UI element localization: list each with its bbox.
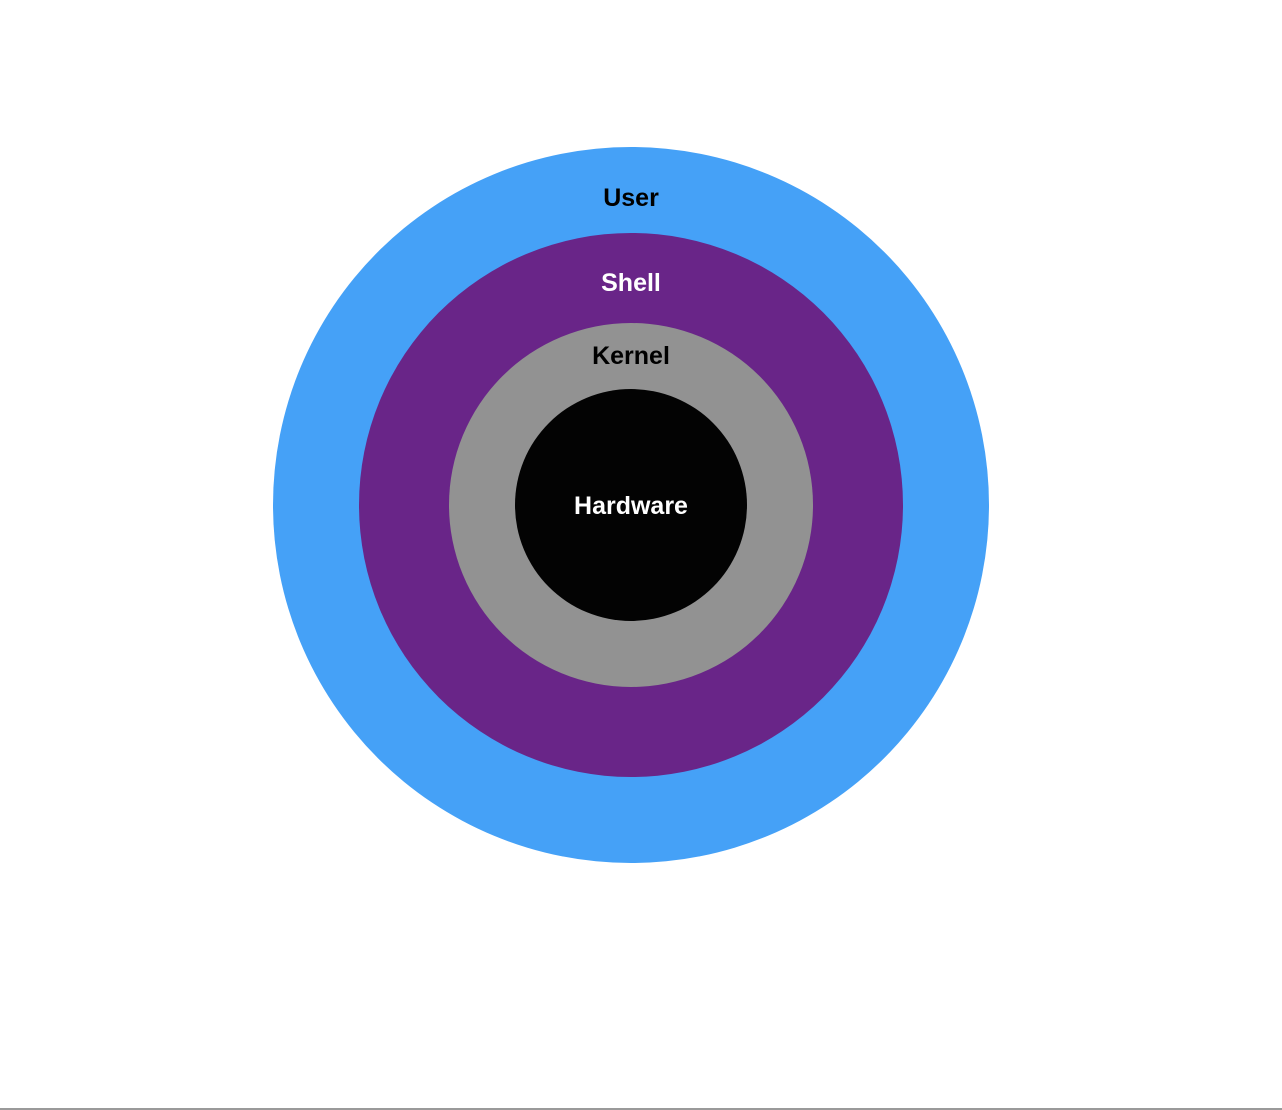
kernel-layer-label: Kernel bbox=[592, 342, 670, 370]
hardware-layer-label: Hardware bbox=[574, 492, 688, 520]
shell-layer-label: Shell bbox=[601, 269, 661, 297]
user-layer-label: User bbox=[603, 184, 659, 212]
